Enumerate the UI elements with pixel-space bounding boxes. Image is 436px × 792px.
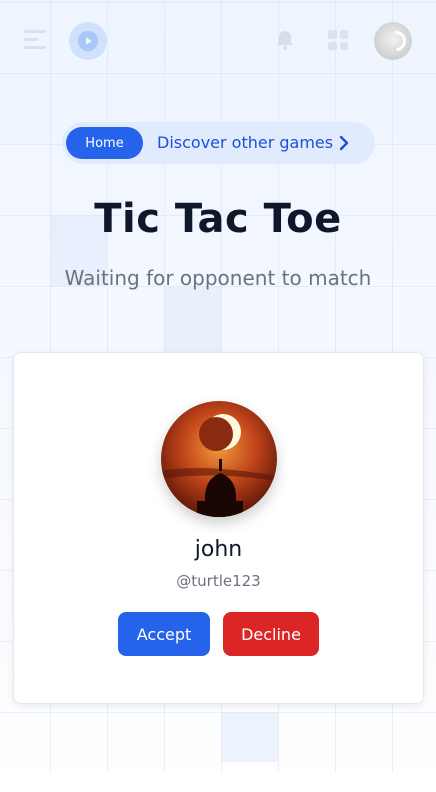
bell-icon[interactable] [273, 28, 297, 52]
menu-icon[interactable] [24, 30, 46, 50]
breadcrumb: Home Discover other games [62, 122, 375, 164]
page-title: Tic Tac Toe [94, 196, 342, 242]
chevron-right-icon[interactable] [336, 135, 352, 151]
accept-button[interactable]: Accept [118, 612, 210, 656]
apps-grid-icon[interactable] [328, 30, 348, 50]
decline-button[interactable]: Decline [223, 612, 319, 656]
breadcrumb-home-button[interactable]: Home [66, 127, 143, 159]
user-avatar[interactable] [374, 22, 412, 60]
opponent-name: john [194, 537, 243, 562]
opponent-avatar [161, 401, 277, 517]
discover-games-link[interactable]: Discover other games [157, 122, 333, 164]
opponent-card: john @turtle123 Accept Decline [13, 352, 424, 704]
top-navigation [0, 20, 436, 62]
play-logo-icon[interactable] [69, 22, 107, 60]
page-subtitle: Waiting for opponent to match [64, 266, 372, 290]
opponent-handle: @turtle123 [176, 572, 261, 590]
